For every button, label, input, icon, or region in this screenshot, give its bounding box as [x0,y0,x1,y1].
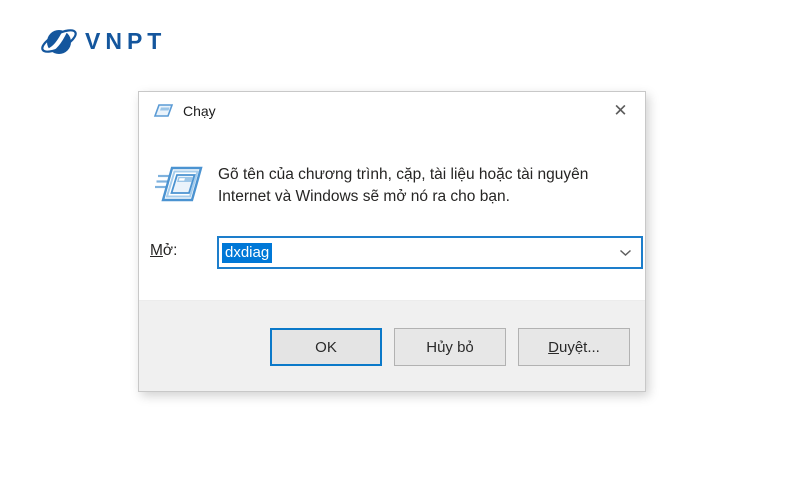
vnpt-logo-text: VNPT [85,27,167,54]
dialog-titlebar[interactable]: Chạy ✕ [139,92,645,130]
browse-button[interactable]: Duyệt... [518,328,630,366]
run-window-small-icon [153,103,174,119]
run-window-icon [154,160,204,213]
run-dialog: Chạy ✕ Gõ tên của chương trình, cặp, tài… [138,91,646,392]
dialog-footer: OK Hủy bỏ Duyệt... [139,300,645,391]
open-label-accesskey: M [150,242,163,259]
open-input-selected-text: dxdiag [222,242,273,263]
ok-button[interactable]: OK [270,328,382,366]
dialog-title: Chạy [183,103,216,119]
dialog-description: Gõ tên của chương trình, cặp, tài liệu h… [218,164,588,208]
browse-button-accesskey: D [548,338,559,356]
cancel-button[interactable]: Hủy bỏ [394,328,506,366]
page: { "brand": { "name": "VNPT", "color": "#… [0,0,800,500]
vnpt-globe-icon [40,22,78,60]
chevron-down-icon[interactable] [619,249,632,257]
description-line-2: Internet và Windows sẽ mở nó ra cho bạn. [218,188,510,205]
open-input[interactable]: dxdiag [217,236,643,269]
open-label-rest: ở: [162,242,178,259]
open-label: Mở: [150,242,177,260]
vnpt-logo: VNPT [40,22,166,60]
close-button[interactable]: ✕ [596,92,645,130]
close-icon: ✕ [613,100,628,121]
browse-button-rest: uyệt... [558,338,600,356]
description-line-1: Gõ tên của chương trình, cặp, tài liệu h… [218,166,589,183]
